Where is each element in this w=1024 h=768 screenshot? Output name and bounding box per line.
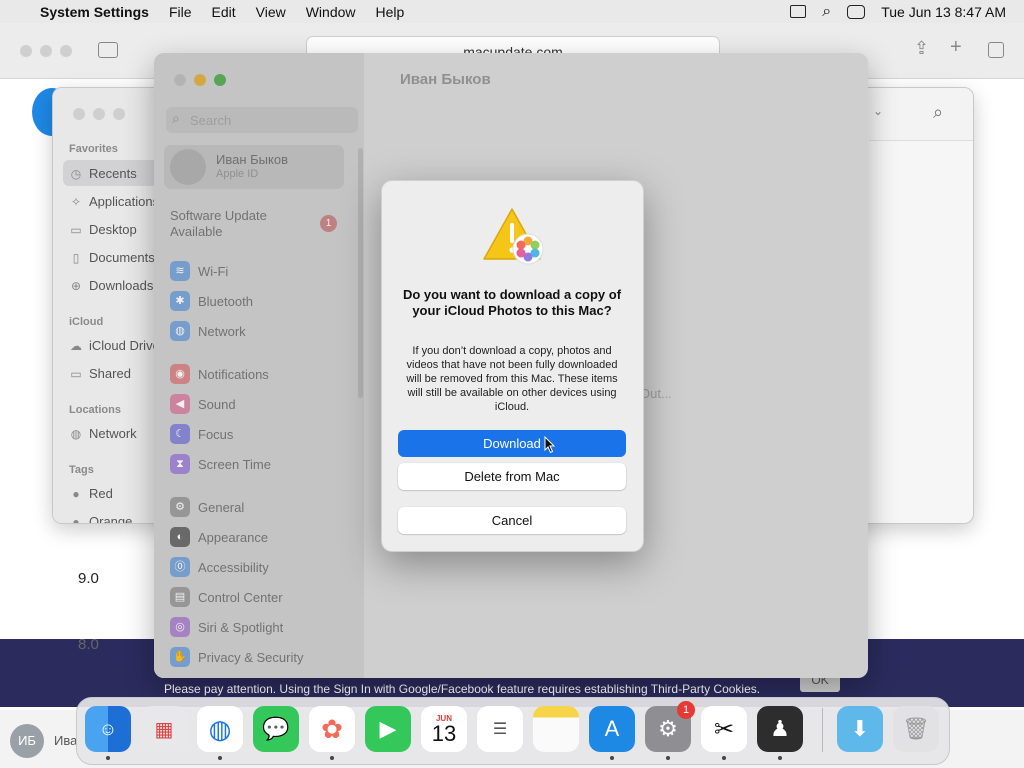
minimize-button[interactable] — [40, 45, 52, 57]
document-icon: ▯ — [72, 250, 80, 265]
sidebar-item-tag-red[interactable]: ● Red — [69, 486, 112, 501]
download-icon: ⊕ — [70, 278, 82, 293]
sidebar-item-recents[interactable]: ◷ Recents — [69, 166, 137, 181]
tag-dot-icon: ● — [72, 514, 80, 524]
notification-badge: 1 — [677, 701, 695, 719]
trash-icon[interactable]: 🗑 — [893, 706, 939, 752]
facetime-app[interactable]: ▶ — [365, 706, 411, 752]
messages-app[interactable]: 💬 — [253, 706, 299, 752]
menu-edit[interactable]: Edit — [212, 4, 236, 20]
photos-app[interactable]: ✿ — [309, 706, 355, 752]
running-indicator — [106, 756, 110, 760]
running-indicator — [610, 756, 614, 760]
dock-separator — [822, 708, 823, 752]
finder-toolbar-right: ⌄ ⌕ — [869, 88, 973, 141]
bartender-app[interactable]: ♟ — [757, 706, 803, 752]
sidebar-item-downloads[interactable]: ⊕ Downloads — [69, 278, 153, 293]
favorites-header: Favorites — [69, 143, 118, 155]
mouse-cursor-icon — [544, 436, 556, 454]
cloud-icon: ☁ — [70, 338, 82, 353]
calendar-app[interactable]: JUN 13 — [421, 706, 467, 752]
dialog-message: If you don’t download a copy, photos and… — [406, 345, 618, 413]
globe-icon: ◍ — [70, 426, 82, 441]
sidebar-item-shared[interactable]: ▭ Shared — [69, 366, 131, 381]
tags-header: Tags — [69, 464, 94, 476]
finder-app[interactable]: ☺ — [85, 706, 131, 752]
icloud-photos-dialog: Do you want to download a copy of your i… — [381, 180, 644, 552]
reminders-app[interactable]: ☰ — [477, 706, 523, 752]
zoom-button[interactable] — [60, 45, 72, 57]
tab-overview-icon[interactable] — [988, 42, 1004, 58]
minimize-button[interactable] — [93, 108, 105, 120]
zoom-button[interactable] — [113, 108, 125, 120]
shared-folder-icon: ▭ — [70, 366, 82, 381]
app-store-app[interactable]: A — [589, 706, 635, 752]
tag-dot-icon: ● — [72, 486, 80, 501]
menu-bar: System Settings File Edit View Window He… — [0, 0, 1024, 23]
sidebar-item-network[interactable]: ◍ Network — [69, 426, 137, 441]
sidebar-toggle-icon[interactable] — [98, 42, 118, 58]
menu-help[interactable]: Help — [376, 4, 405, 20]
status-area: ⌕ Tue Jun 13 8:47 AM — [790, 0, 1006, 23]
sidebar-item-documents[interactable]: ▯ Documents — [69, 250, 155, 265]
launchpad-app[interactable]: ▦ — [141, 706, 187, 752]
menu-view[interactable]: View — [256, 4, 286, 20]
menu-window[interactable]: Window — [306, 4, 356, 20]
running-indicator — [330, 756, 334, 760]
menu-file[interactable]: File — [169, 4, 192, 20]
warning-photos-icon — [483, 208, 544, 265]
downloads-folder[interactable]: ⬇ — [837, 706, 883, 752]
sidebar-item-desktop[interactable]: ▭ Desktop — [69, 222, 136, 237]
close-button[interactable] — [73, 108, 85, 120]
app-menu[interactable]: System Settings — [40, 4, 149, 20]
search-icon[interactable]: ⌕ — [822, 3, 831, 21]
version-text: 9.0 — [78, 570, 99, 587]
capcut-app[interactable]: ✂ — [701, 706, 747, 752]
chevron-down-icon[interactable]: ⌄ — [873, 104, 883, 118]
control-center-icon[interactable] — [847, 4, 866, 19]
applications-icon: ✧ — [70, 194, 82, 209]
share-icon[interactable]: ⇪ — [914, 38, 929, 59]
desktop-icon: ▭ — [70, 222, 82, 237]
clock[interactable]: Tue Jun 13 8:47 AM — [881, 4, 1006, 20]
running-indicator — [722, 756, 726, 760]
search-icon[interactable]: ⌕ — [933, 102, 943, 123]
sidebar-item-applications[interactable]: ✧ Applications — [69, 194, 159, 209]
clock-icon: ◷ — [70, 166, 82, 181]
new-tab-icon[interactable]: + — [950, 36, 962, 59]
running-indicator — [218, 756, 222, 760]
running-indicator — [778, 756, 782, 760]
safari-app[interactable]: ◍ — [197, 706, 243, 752]
locations-header: Locations — [69, 404, 121, 416]
user-name-fragment: Ива — [54, 733, 78, 748]
close-button[interactable] — [20, 45, 32, 57]
sidebar-item-icloud-drive[interactable]: ☁ iCloud Drive — [69, 338, 160, 353]
sidebar-item-tag-orange[interactable]: ● Orange — [69, 514, 132, 524]
finder-sidebar: Favorites ◷ Recents ✧ Applications ▭ Deskto… — [53, 88, 165, 523]
version-text: 8.0 — [78, 636, 99, 653]
avatar[interactable]: ИБ — [10, 724, 44, 758]
notes-app[interactable] — [533, 706, 579, 752]
running-indicator — [666, 756, 670, 760]
screen-mirroring-icon[interactable] — [790, 5, 807, 18]
cookie-notice: Please pay attention. Using the Sign In … — [164, 682, 761, 696]
cancel-button[interactable]: Cancel — [398, 507, 626, 534]
delete-from-mac-button[interactable]: Delete from Mac — [398, 463, 626, 490]
dock: ☺ ▦ ◍ 💬 ✿ ▶ JUN 13 ☰ A ⚙ 1 ✂ ♟ ⬇ 🗑 — [76, 697, 950, 765]
download-button[interactable]: Download — [398, 430, 626, 457]
icloud-header: iCloud — [69, 316, 104, 328]
dialog-title: Do you want to download a copy of your i… — [402, 287, 622, 318]
